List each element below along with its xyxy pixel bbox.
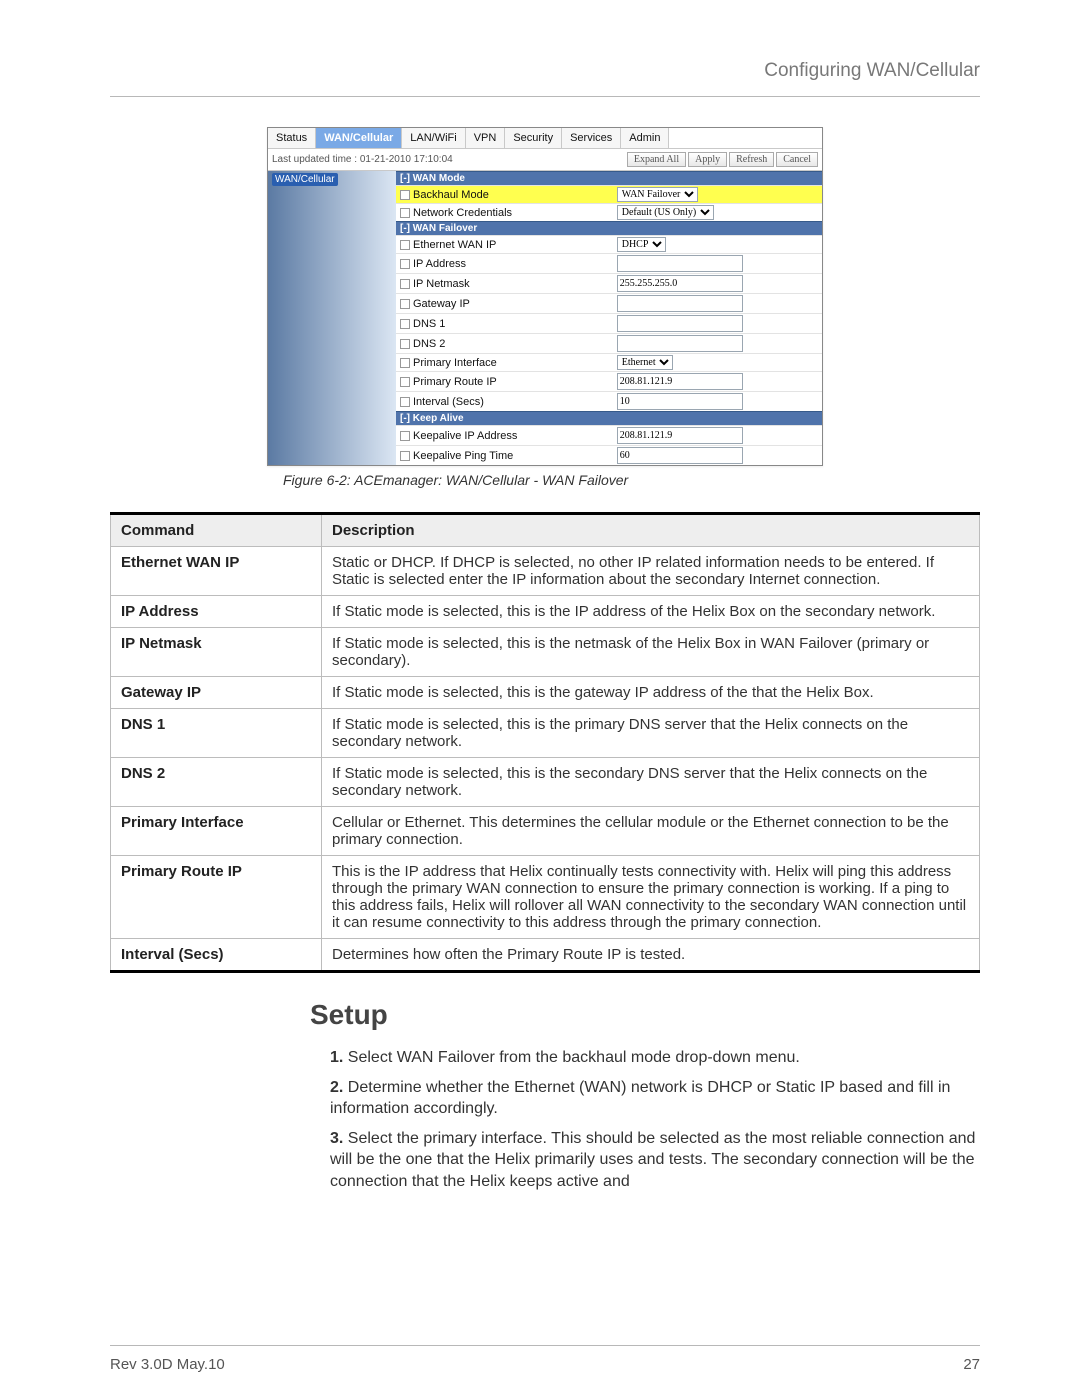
table-row: Gateway IPIf Static mode is selected, th… — [111, 677, 980, 709]
expand-icon[interactable] — [400, 397, 410, 407]
command-table: Command Description Ethernet WAN IPStati… — [110, 512, 980, 973]
field-label: Interval (Secs) — [413, 396, 484, 408]
cell-description: Cellular or Ethernet. This determines th… — [322, 807, 980, 856]
field-label: Primary Interface — [413, 357, 497, 369]
expand-icon[interactable] — [400, 358, 410, 368]
field-input[interactable] — [617, 295, 743, 312]
cell-description: If Static mode is selected, this is the … — [322, 758, 980, 807]
table-row: DNS 1If Static mode is selected, this is… — [111, 709, 980, 758]
cell-command: IP Netmask — [111, 628, 322, 677]
tab-vpn[interactable]: VPN — [466, 128, 506, 148]
field-input[interactable] — [617, 373, 743, 390]
cell-description: If Static mode is selected, this is the … — [322, 628, 980, 677]
field-label: Ethernet WAN IP — [413, 239, 496, 251]
col-description: Description — [322, 514, 980, 547]
field-label: Primary Route IP — [413, 376, 497, 388]
expand-icon[interactable] — [400, 240, 410, 250]
field-select[interactable]: Default (US Only) — [617, 205, 714, 220]
field-label: IP Address — [413, 258, 466, 270]
expand-icon[interactable] — [400, 279, 410, 289]
setup-step: 2. Determine whether the Ethernet (WAN) … — [330, 1077, 980, 1120]
figure-caption: Figure 6-2: ACEmanager: WAN/Cellular - W… — [267, 466, 823, 506]
rev-label: Rev 3.0D May.10 — [110, 1356, 225, 1373]
table-row: Ethernet WAN IPStatic or DHCP. If DHCP i… — [111, 547, 980, 596]
field-input[interactable] — [617, 255, 743, 272]
cell-description: If Static mode is selected, this is the … — [322, 709, 980, 758]
table-row: Interval (Secs)Determines how often the … — [111, 939, 980, 972]
field-input[interactable] — [617, 427, 743, 444]
field-input[interactable] — [617, 315, 743, 332]
field-select[interactable]: WAN Failover — [617, 187, 698, 202]
field-label: Keepalive IP Address — [413, 430, 517, 442]
field-input[interactable] — [617, 275, 743, 292]
setup-step: 1. Select WAN Failover from the backhaul… — [330, 1047, 980, 1069]
field-input[interactable] — [617, 335, 743, 352]
tab-services[interactable]: Services — [562, 128, 621, 148]
tab-security[interactable]: Security — [505, 128, 562, 148]
cell-description: Determines how often the Primary Route I… — [322, 939, 980, 972]
refresh-button[interactable]: Refresh — [729, 152, 774, 167]
apply-button[interactable]: Apply — [688, 152, 727, 167]
expand-icon[interactable] — [400, 259, 410, 269]
cell-description: If Static mode is selected, this is the … — [322, 596, 980, 628]
field-input[interactable] — [617, 447, 743, 464]
tab-bar: StatusWAN/CellularLAN/WiFiVPNSecuritySer… — [268, 128, 822, 149]
expand-icon[interactable] — [400, 431, 410, 441]
col-command: Command — [111, 514, 322, 547]
cell-command: Gateway IP — [111, 677, 322, 709]
field-label: DNS 2 — [413, 338, 445, 350]
sidebar-item-wan-cellular[interactable]: WAN/Cellular — [272, 173, 338, 186]
tab-wan-cellular[interactable]: WAN/Cellular — [316, 128, 402, 148]
setup-heading: Setup — [310, 999, 980, 1031]
table-row: IP AddressIf Static mode is selected, th… — [111, 596, 980, 628]
field-input[interactable] — [617, 393, 743, 410]
section-header[interactable]: [-] WAN Mode — [396, 171, 822, 185]
setup-step: 3. Select the primary interface. This sh… — [330, 1128, 980, 1193]
cell-command: Primary Interface — [111, 807, 322, 856]
setup-steps: 1. Select WAN Failover from the backhaul… — [330, 1047, 980, 1193]
field-label: Network Credentials — [413, 207, 512, 219]
expand-icon[interactable] — [400, 339, 410, 349]
field-label: DNS 1 — [413, 318, 445, 330]
acemanager-screenshot: StatusWAN/CellularLAN/WiFiVPNSecuritySer… — [267, 127, 823, 466]
tab-lan-wifi[interactable]: LAN/WiFi — [402, 128, 465, 148]
cell-command: DNS 1 — [111, 709, 322, 758]
expand-icon[interactable] — [400, 377, 410, 387]
field-label: Gateway IP — [413, 298, 470, 310]
last-updated: Last updated time : 01-21-2010 17:10:04 — [272, 154, 453, 165]
expand-icon[interactable] — [400, 451, 410, 461]
cell-command: Primary Route IP — [111, 856, 322, 939]
cell-command: IP Address — [111, 596, 322, 628]
field-select[interactable]: Ethernet — [617, 355, 673, 370]
tab-admin[interactable]: Admin — [621, 128, 669, 148]
section-header[interactable]: [-] Keep Alive — [396, 411, 822, 425]
tab-status[interactable]: Status — [268, 128, 316, 148]
field-select[interactable]: DHCP — [617, 237, 666, 252]
field-label: Backhaul Mode — [413, 189, 489, 201]
field-label: IP Netmask — [413, 278, 470, 290]
cell-command: DNS 2 — [111, 758, 322, 807]
page-title: Configuring WAN/Cellular — [110, 60, 980, 82]
cell-description: This is the IP address that Helix contin… — [322, 856, 980, 939]
expand-icon[interactable] — [400, 190, 410, 200]
cell-command: Ethernet WAN IP — [111, 547, 322, 596]
field-label: Keepalive Ping Time — [413, 450, 513, 462]
table-row: Primary Route IPThis is the IP address t… — [111, 856, 980, 939]
cell-command: Interval (Secs) — [111, 939, 322, 972]
page-number: 27 — [963, 1356, 980, 1373]
expand-icon[interactable] — [400, 319, 410, 329]
cell-description: If Static mode is selected, this is the … — [322, 677, 980, 709]
cancel-button[interactable]: Cancel — [776, 152, 818, 167]
table-row: Primary InterfaceCellular or Ethernet. T… — [111, 807, 980, 856]
expand-icon[interactable] — [400, 208, 410, 218]
table-row: DNS 2If Static mode is selected, this is… — [111, 758, 980, 807]
rule-top — [110, 96, 980, 97]
section-header[interactable]: [-] WAN Failover — [396, 221, 822, 235]
expand-icon[interactable] — [400, 299, 410, 309]
table-row: IP NetmaskIf Static mode is selected, th… — [111, 628, 980, 677]
expand-all-button[interactable]: Expand All — [627, 152, 686, 167]
cell-description: Static or DHCP. If DHCP is selected, no … — [322, 547, 980, 596]
